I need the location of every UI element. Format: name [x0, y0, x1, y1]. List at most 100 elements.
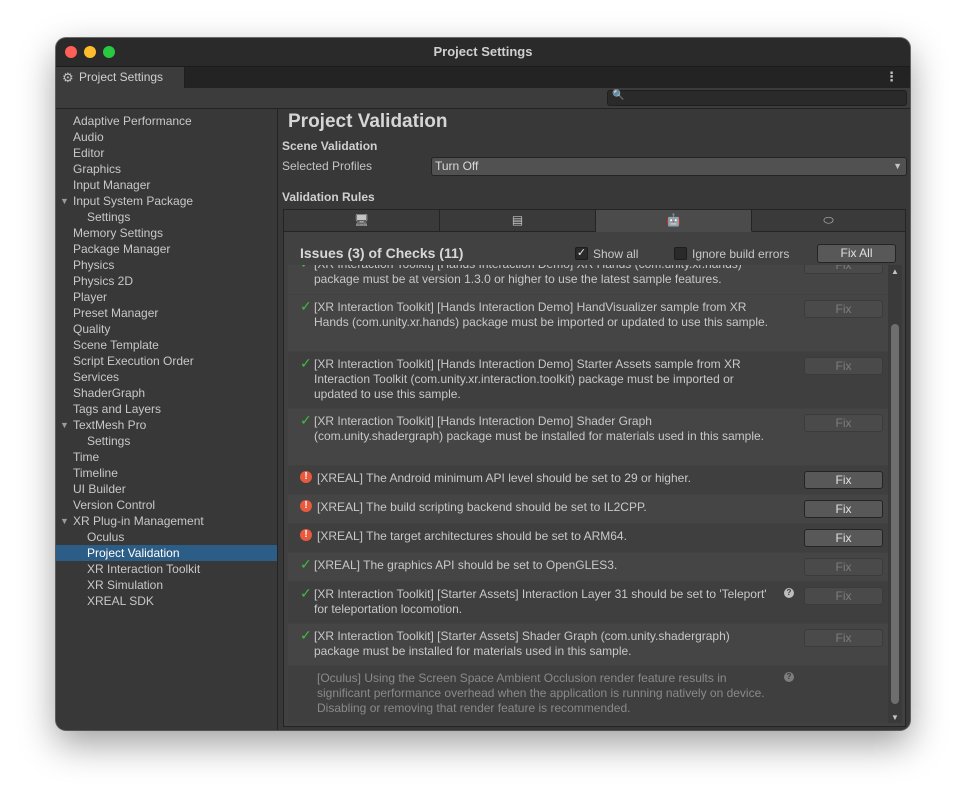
sidebar-item[interactable]: Editor — [56, 145, 277, 161]
sidebar-item-label: Audio — [73, 130, 104, 144]
validation-rule-row: ! [XREAL] The Android minimum API level s… — [288, 466, 888, 494]
fix-all-button[interactable]: Fix All — [817, 244, 896, 263]
fix-button[interactable]: Fix — [804, 265, 883, 274]
check-icon: ✓ — [300, 585, 312, 601]
expand-arrow-icon[interactable]: ▼ — [60, 417, 69, 433]
rule-message: [XR Interaction Toolkit] [Hands Interact… — [314, 300, 769, 329]
platform-tab[interactable]: ▤ — [440, 210, 596, 232]
check-icon: ✓ — [300, 627, 312, 643]
scrollbar-thumb[interactable] — [891, 324, 899, 704]
sidebar-item[interactable]: Input Manager — [56, 177, 277, 193]
search-input[interactable]: 🔍 — [607, 90, 907, 106]
sidebar-item[interactable]: Services — [56, 369, 277, 385]
sidebar-item[interactable]: Graphics — [56, 161, 277, 177]
expand-arrow-icon[interactable]: ▼ — [60, 513, 69, 529]
fix-button[interactable]: Fix — [804, 558, 883, 576]
tab-project-settings[interactable]: ⚙ Project Settings — [56, 67, 185, 88]
rule-message: [XREAL] The graphics API should be set t… — [314, 558, 618, 572]
fix-button[interactable]: Fix — [804, 529, 883, 547]
check-icon: ✓ — [300, 355, 312, 371]
more-options-icon[interactable]: ⋮ — [885, 67, 898, 87]
ignore-build-errors-label: Ignore build errors — [692, 247, 790, 261]
project-settings-window: Project Settings ⚙ Project Settings ⋮ 🔍 … — [56, 38, 910, 730]
fix-button[interactable]: Fix — [804, 500, 883, 518]
fix-button[interactable]: Fix — [804, 587, 883, 605]
validation-rule-row: ✓ [XR Interaction Toolkit] [Starter Asset… — [288, 624, 888, 665]
sidebar-item[interactable]: Package Manager — [56, 241, 277, 257]
settings-sidebar: Adaptive Performance Audio Editor Graphics I… — [56, 109, 278, 730]
scene-validation-label: Scene Validation — [282, 139, 378, 153]
sidebar-item-label: Preset Manager — [73, 306, 159, 320]
rule-list-scrollbar[interactable]: ▲ ▼ — [888, 265, 902, 723]
desktop-icon: 🖥 — [353, 213, 370, 227]
sidebar-item-label: UI Builder — [73, 482, 126, 496]
sidebar-item[interactable]: XREAL SDK — [56, 593, 277, 609]
rule-message: [XREAL] The Android minimum API level sh… — [317, 471, 691, 485]
sidebar-item-label: Oculus — [87, 530, 125, 544]
sidebar-item-label: Graphics — [73, 162, 122, 176]
expand-arrow-icon[interactable]: ▼ — [60, 193, 69, 209]
sidebar-item[interactable]: ▼ XR Plug-in Management — [56, 513, 277, 529]
sidebar-item-label: Package Manager — [73, 242, 171, 256]
ignore-build-errors-checkbox[interactable] — [674, 247, 687, 260]
sidebar-item[interactable]: XR Interaction Toolkit — [56, 561, 277, 577]
sidebar-item-label: Input Manager — [73, 178, 151, 192]
scroll-up-icon[interactable]: ▲ — [891, 267, 899, 276]
sidebar-item[interactable]: Version Control — [56, 497, 277, 513]
validation-rule-row: [Oculus] Using the Screen Space Ambient … — [288, 666, 888, 723]
validation-rule-row: ! [XREAL] The build scripting backend sho… — [288, 495, 888, 523]
sidebar-item[interactable]: Physics — [56, 257, 277, 273]
sidebar-item-label: Physics — [73, 258, 115, 272]
warning-icon: ! — [300, 529, 312, 541]
sidebar-item-label: Memory Settings — [73, 226, 164, 240]
sidebar-item[interactable]: ▼ Input System Package — [56, 193, 277, 209]
sidebar-item[interactable]: Adaptive Performance — [56, 113, 277, 129]
sidebar-item[interactable]: Settings — [56, 433, 277, 449]
sidebar-item[interactable]: Preset Manager — [56, 305, 277, 321]
sidebar-item[interactable]: ▼ TextMesh Pro — [56, 417, 277, 433]
show-all-checkbox[interactable]: ✓ — [575, 247, 588, 260]
sidebar-item[interactable]: Timeline — [56, 465, 277, 481]
selected-profiles-dropdown[interactable]: Turn Off ▼ — [431, 157, 907, 176]
sidebar-item[interactable]: ShaderGraph — [56, 385, 277, 401]
sidebar-item[interactable]: XR Simulation — [56, 577, 277, 593]
sidebar-item[interactable]: Settings — [56, 209, 277, 225]
sidebar-item-label: Tags and Layers — [73, 402, 162, 416]
sidebar-item[interactable]: Physics 2D — [56, 273, 277, 289]
sidebar-item[interactable]: UI Builder — [56, 481, 277, 497]
sidebar-item[interactable]: Memory Settings — [56, 225, 277, 241]
sidebar-item[interactable]: Project Validation — [56, 545, 277, 561]
sidebar-item-label: Project Validation — [87, 546, 180, 560]
sidebar-item-label: Physics 2D — [73, 274, 134, 288]
rule-message: [XREAL] The build scripting backend shou… — [317, 500, 647, 514]
platform-tab[interactable]: 🤖 — [596, 210, 752, 232]
sidebar-item-label: Quality — [73, 322, 111, 336]
fix-button[interactable]: Fix — [804, 357, 883, 375]
sidebar-item[interactable]: Scene Template — [56, 337, 277, 353]
sidebar-item[interactable]: Time — [56, 449, 277, 465]
fix-button[interactable]: Fix — [804, 414, 883, 432]
scroll-down-icon[interactable]: ▼ — [891, 713, 899, 722]
help-icon[interactable]: ? — [784, 672, 794, 682]
sidebar-item-label: ShaderGraph — [73, 386, 146, 400]
sidebar-item[interactable]: Oculus — [56, 529, 277, 545]
sidebar-item-label: XR Simulation — [87, 578, 164, 592]
rule-message: [XR Interaction Toolkit] [Hands Interact… — [314, 414, 764, 443]
fix-button[interactable]: Fix — [804, 629, 883, 647]
fix-button[interactable]: Fix — [804, 300, 883, 318]
platform-tab[interactable]: 🖥 — [284, 210, 440, 232]
search-icon: 🔍 — [612, 90, 625, 101]
sidebar-item[interactable]: Script Execution Order — [56, 353, 277, 369]
server-icon: ▤ — [511, 213, 524, 227]
help-icon[interactable]: ? — [784, 588, 794, 598]
platform-tab[interactable]: ⬭ — [752, 210, 906, 232]
sidebar-item-label: Version Control — [73, 498, 156, 512]
sidebar-item-label: Script Execution Order — [73, 354, 194, 368]
sidebar-item[interactable]: Player — [56, 289, 277, 305]
sidebar-item[interactable]: Audio — [56, 129, 277, 145]
fix-button[interactable]: Fix — [804, 471, 883, 489]
sidebar-item[interactable]: Tags and Layers — [56, 401, 277, 417]
sidebar-item-label: XR Plug-in Management — [73, 514, 204, 528]
sidebar-item[interactable]: Quality — [56, 321, 277, 337]
selected-profiles-label: Selected Profiles — [282, 159, 373, 173]
